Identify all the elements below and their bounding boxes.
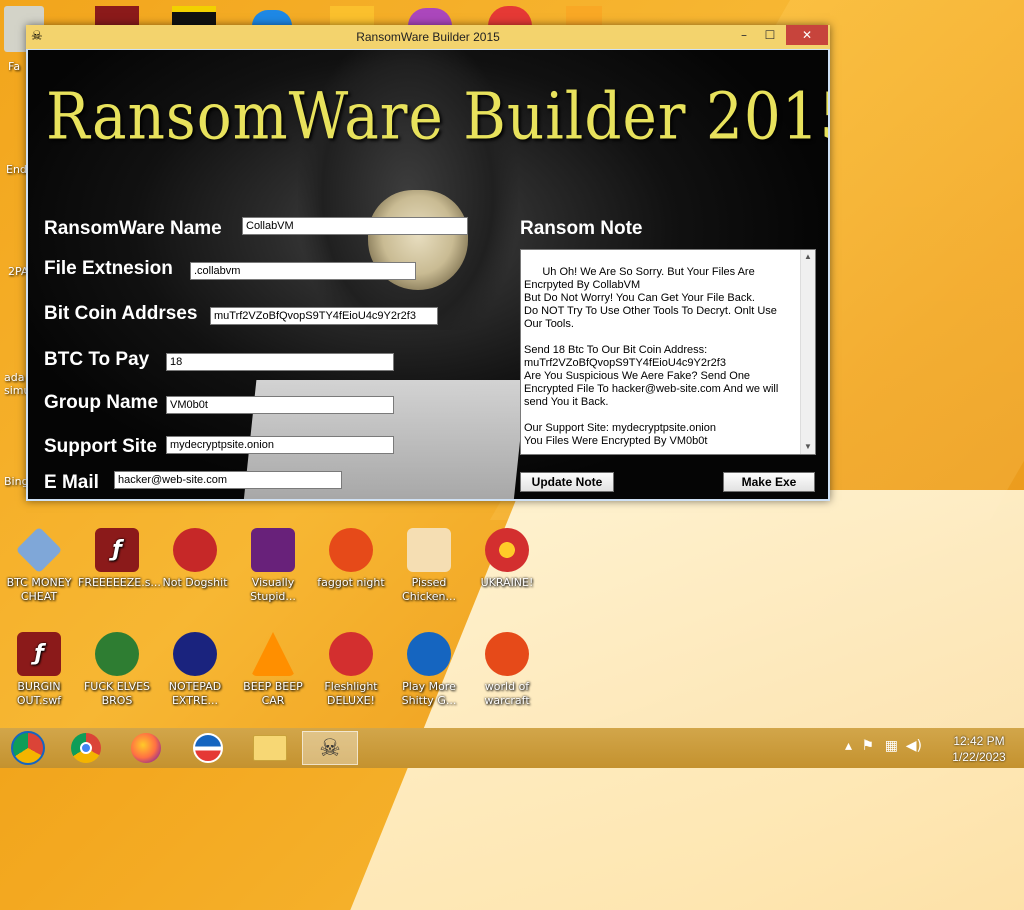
ransom-note-label: Ransom Note — [520, 218, 643, 239]
ransomware-name-label: RansomWare Name — [44, 218, 222, 239]
scroll-up-icon[interactable]: ▲ — [801, 250, 815, 264]
desktop-icon-label: NOTEPAD EXTRE... — [168, 680, 222, 707]
clock[interactable]: 12:42 PM 1/22/2023 — [944, 733, 1014, 765]
desktop-icon-label: world of warcraft — [484, 680, 530, 707]
desktop-icon[interactable]: Play More Shitty G... — [390, 632, 468, 708]
taskbar: ☠ ▴ ⚑ ▦ ◀) 12:42 PM 1/22/2023 — [0, 728, 1024, 768]
ransom-note-text: Uh Oh! We Are So Sorry. But Your Files A… — [524, 266, 779, 447]
bitcoin-address-label: Bit Coin Addrses — [44, 303, 198, 324]
btc-to-pay-label: BTC To Pay — [44, 349, 150, 370]
chrome-icon[interactable] — [58, 731, 114, 765]
make-exe-button[interactable]: Make Exe — [723, 472, 815, 492]
start-button[interactable] — [0, 731, 56, 765]
app-icon[interactable] — [566, 6, 602, 26]
flash-icon: ƒ — [17, 632, 61, 676]
update-note-button[interactable]: Update Note — [520, 472, 614, 492]
desktop-icon[interactable]: Visually Stupid... — [234, 528, 312, 604]
file-extension-label: File Extnesion — [44, 258, 173, 279]
flash-icon: ƒ — [95, 528, 139, 572]
desktop-icon-label: Bing — [4, 475, 29, 488]
folder-icon[interactable] — [242, 731, 298, 765]
ransomware-builder-window: ☠ RansomWare Builder 2015 – ☐ ✕ RansomWa… — [26, 25, 830, 501]
desktop-icon[interactable]: faggot night — [312, 528, 390, 590]
scroll-down-icon[interactable]: ▼ — [801, 440, 815, 454]
app-logo: RansomWare Builder 2015 — [46, 78, 828, 155]
maximize-button[interactable]: ☐ — [756, 25, 784, 45]
desktop-icon[interactable]: Fleshlight DELUXE! — [312, 632, 390, 708]
desktop-icon-label: FUCK ELVES BROS — [83, 680, 151, 707]
desktop-icon-label: BTC MONEY CHEAT — [6, 576, 72, 603]
desktop-icon-label: Play More Shitty G... — [401, 680, 457, 707]
email-label: E Mail — [44, 472, 99, 493]
flash-icon[interactable] — [95, 6, 139, 26]
app-icon[interactable] — [408, 8, 452, 26]
desktop-icon[interactable]: ƒ FREEEEEZE.s... — [78, 528, 161, 590]
desktop-icon-label: Not Dogshit — [162, 576, 228, 589]
firefox-icon[interactable] — [118, 731, 174, 765]
network-icon[interactable]: ▦ — [885, 738, 898, 754]
desktop-icon-label: End — [6, 163, 27, 176]
support-site-label: Support Site — [44, 436, 157, 457]
desktop-icon[interactable]: Pissed Chicken... — [390, 528, 468, 604]
flag-icon[interactable]: ⚑ — [861, 738, 874, 754]
desktop-icon[interactable]: BTC MONEY CHEAT — [0, 526, 78, 604]
support-site-input[interactable]: mydecryptpsite.onion — [166, 436, 394, 454]
vlc-icon — [251, 632, 295, 676]
clock-time: 12:42 PM — [953, 734, 1005, 748]
devcpp-icon — [173, 528, 217, 572]
desktop-icon-label: Pissed Chicken... — [402, 576, 456, 603]
volume-icon[interactable]: ◀) — [906, 738, 922, 754]
app-icon[interactable] — [172, 6, 216, 26]
desktop-icon-label: Fa — [8, 60, 21, 73]
angry-birds-icon — [407, 528, 451, 572]
p-icon — [329, 528, 373, 572]
close-button[interactable]: ✕ — [786, 25, 828, 45]
group-name-label: Group Name — [44, 392, 159, 413]
note-scrollbar[interactable]: ▲ ▼ — [800, 250, 815, 454]
ball-icon — [329, 632, 373, 676]
ransom-note-textarea[interactable]: Uh Oh! We Are So Sorry. But Your Files A… — [520, 249, 816, 455]
chevron-up-icon[interactable]: ▴ — [845, 738, 852, 754]
group-name-input[interactable]: VM0b0t — [166, 396, 394, 414]
desktop-icon-label: BEEP BEEP CAR — [243, 680, 303, 707]
desktop-icon-label: FREEEEEZE.s... — [78, 576, 161, 589]
desktop-icon[interactable]: ƒ BURGIN OUT.swf — [0, 632, 78, 708]
clock-date: 1/22/2023 — [952, 750, 1006, 764]
ransomware-name-input[interactable]: CollabVM — [242, 217, 468, 235]
desktop-icon-label: UKRAINE! — [480, 576, 534, 589]
app-icon[interactable] — [330, 6, 374, 26]
popcap-icon — [407, 632, 451, 676]
btc-to-pay-input[interactable]: 18 — [166, 353, 394, 371]
file-extension-input[interactable]: .collabvm — [190, 262, 416, 280]
window-title: RansomWare Builder 2015 — [356, 30, 500, 44]
email-input[interactable]: hacker@web-site.com — [114, 471, 342, 489]
desktop-icon[interactable]: UKRAINE! — [468, 528, 546, 590]
desktop-icon-label: faggot night — [317, 576, 385, 589]
elf-icon — [95, 632, 139, 676]
skull-icon[interactable]: ☠ — [302, 731, 358, 765]
desktop-icon[interactable]: BEEP BEEP CAR — [234, 632, 312, 708]
app-icon[interactable] — [252, 10, 292, 26]
app-icon[interactable] — [488, 6, 532, 26]
desktop-icon-label: Visually Stupid... — [250, 576, 296, 603]
desktop-icon-label: Fleshlight DELUXE! — [324, 680, 378, 707]
p-icon — [485, 632, 529, 676]
visual-studio-icon — [251, 528, 295, 572]
obama-icon[interactable] — [180, 731, 236, 765]
window-client-area: RansomWare Builder 2015 RansomWare Name … — [28, 50, 828, 499]
notepad-icon — [173, 632, 217, 676]
diamond-icon — [15, 526, 63, 574]
minimize-button[interactable]: – — [730, 25, 758, 45]
title-bar[interactable]: ☠ RansomWare Builder 2015 – ☐ ✕ — [26, 25, 830, 49]
desktop-icon[interactable]: Not Dogshit — [156, 528, 234, 590]
desktop-icon[interactable]: FUCK ELVES BROS — [78, 632, 156, 708]
desktop-icon[interactable]: world of warcraft — [468, 632, 546, 708]
desktop-icon-label: BURGIN OUT.swf — [16, 680, 62, 707]
bitcoin-address-input[interactable]: muTrf2VZoBfQvopS9TY4fEioU4c9Y2r2f3 — [210, 307, 438, 325]
radiation-icon — [485, 528, 529, 572]
desktop-icon[interactable]: NOTEPAD EXTRE... — [156, 632, 234, 708]
